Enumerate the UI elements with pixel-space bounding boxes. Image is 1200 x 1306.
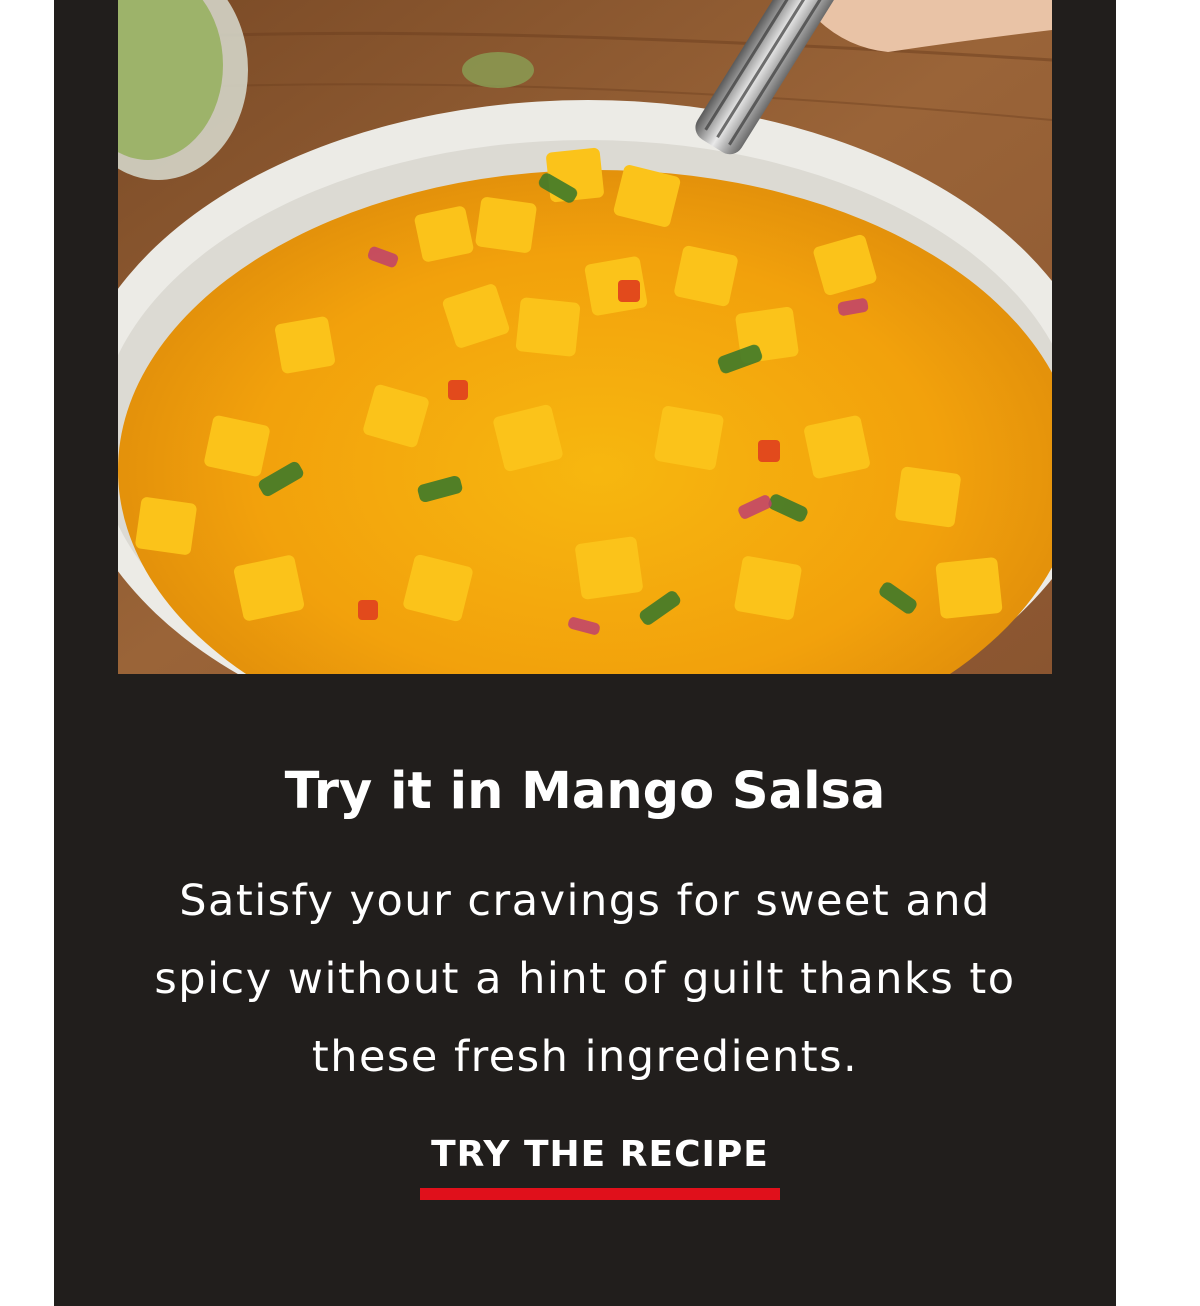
recipe-title: Try it in Mango Salsa — [284, 762, 886, 821]
mango-salsa-photo[interactable] — [118, 0, 1052, 674]
try-the-recipe-link[interactable]: TRY THE RECIPE — [420, 1126, 780, 1200]
recipe-description: Satisfy your cravings for sweet and spic… — [154, 876, 1016, 1082]
recipe-card: Try it in Mango Salsa Satisfy your cravi… — [54, 0, 1116, 1306]
salsa-illustration — [118, 0, 1052, 674]
